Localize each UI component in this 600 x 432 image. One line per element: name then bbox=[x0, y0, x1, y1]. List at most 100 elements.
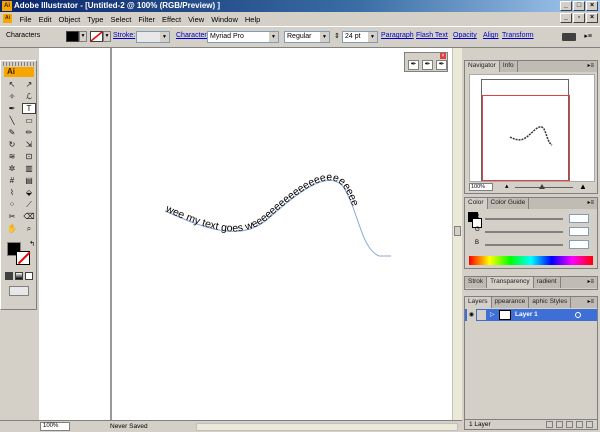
font-size-field[interactable]: 24 pt ▼ bbox=[342, 31, 378, 43]
doc-close-button[interactable]: × bbox=[586, 13, 598, 23]
g-slider[interactable] bbox=[485, 231, 563, 233]
navigator-zoom-slider[interactable] bbox=[515, 184, 573, 189]
gradient-tool-icon[interactable]: ▤ bbox=[22, 175, 36, 186]
font-family-select[interactable]: Myriad Pro ▼ bbox=[207, 31, 279, 43]
doc-minimize-button[interactable]: _ bbox=[560, 13, 572, 23]
tab-graphic-styles[interactable]: aphic Styles bbox=[529, 297, 572, 308]
magic-wand-tool-icon[interactable]: ✧ bbox=[5, 91, 19, 102]
target-circle-icon[interactable] bbox=[575, 312, 581, 318]
opacity-link[interactable]: Opacity bbox=[453, 32, 477, 39]
slider-knob[interactable] bbox=[539, 184, 545, 189]
lasso-tool-icon[interactable]: ℒ bbox=[22, 91, 36, 102]
tab-appearance[interactable]: ppearance bbox=[492, 297, 530, 308]
selection-tool-icon[interactable]: ↖ bbox=[5, 79, 19, 90]
vertical-scrollbar[interactable] bbox=[452, 48, 462, 420]
status-text[interactable]: Never Saved bbox=[110, 422, 190, 431]
eraser-tool-icon[interactable]: ⌫ bbox=[22, 211, 36, 222]
stroke-swatch[interactable] bbox=[90, 31, 103, 42]
warp-tool-icon[interactable]: ≋ bbox=[5, 151, 19, 162]
tab-color-guide[interactable]: Color Guide bbox=[488, 198, 530, 209]
maximize-button[interactable]: □ bbox=[573, 1, 585, 11]
zoom-in-icon[interactable]: ▲ bbox=[579, 182, 587, 191]
pen-tool-icon-2[interactable]: ✒ bbox=[422, 60, 433, 70]
paintbrush-tool-icon[interactable]: ✎ bbox=[5, 127, 19, 138]
transform-link[interactable]: Transform bbox=[502, 32, 534, 39]
tab-info[interactable]: Info bbox=[500, 61, 518, 72]
fill-swatch[interactable] bbox=[66, 31, 79, 42]
horizontal-scrollbar[interactable] bbox=[196, 423, 458, 431]
flash-text-link[interactable]: Flash Text bbox=[416, 32, 448, 39]
menu-filter[interactable]: Filter bbox=[135, 15, 159, 24]
menu-select[interactable]: Select bbox=[107, 15, 135, 24]
workspace-icon[interactable] bbox=[562, 33, 576, 41]
stroke-color-swatch[interactable] bbox=[16, 251, 30, 265]
menu-window[interactable]: Window bbox=[208, 15, 242, 24]
scroll-thumb[interactable] bbox=[454, 226, 461, 236]
close-icon[interactable]: × bbox=[440, 53, 446, 59]
clipping-mask-icon[interactable] bbox=[556, 421, 563, 428]
doc-restore-button[interactable]: ▫ bbox=[573, 13, 585, 23]
fill-dropdown[interactable]: ▼ bbox=[79, 31, 87, 42]
rectangle-tool-icon[interactable]: ▭ bbox=[22, 115, 36, 126]
menu-view[interactable]: View bbox=[185, 15, 208, 24]
locate-object-icon[interactable] bbox=[546, 421, 553, 428]
panel-grip[interactable] bbox=[3, 62, 34, 66]
artboard-canvas[interactable]: wee my text goes weeeeeeeeeeeeeeeeeeeeee bbox=[39, 48, 452, 420]
pen-tool-icon-1[interactable]: ✒ bbox=[408, 60, 419, 70]
symbol-sprayer-tool-icon[interactable]: ✲ bbox=[5, 163, 19, 174]
path-text[interactable]: wee my text goes weeeeeeeeeeeeeeeeeeeeee bbox=[163, 171, 361, 234]
type-on-path[interactable]: wee my text goes weeeeeeeeeeeeeeeeeeeeee bbox=[39, 48, 452, 420]
panel-menu-icon[interactable]: ▸≡ bbox=[587, 199, 594, 206]
live-paint-tool-icon[interactable]: ⬙ bbox=[22, 187, 36, 198]
tab-layers[interactable]: Layers bbox=[465, 297, 492, 308]
free-transform-tool-icon[interactable]: ⊡ bbox=[22, 151, 36, 162]
blend-tool-icon[interactable]: ⁘ bbox=[5, 199, 19, 210]
pencil-tool-icon[interactable]: ✏ bbox=[22, 127, 36, 138]
menu-object[interactable]: Object bbox=[55, 15, 84, 24]
direct-selection-tool-icon[interactable]: ↗ bbox=[22, 79, 36, 90]
hand-tool-icon[interactable]: ✋ bbox=[5, 223, 19, 234]
zoom-field[interactable]: 100% bbox=[40, 422, 70, 431]
doc-icon[interactable]: Ai bbox=[3, 14, 12, 23]
layer-name[interactable]: Layer 1 bbox=[515, 309, 538, 321]
navigator-preview[interactable] bbox=[469, 74, 595, 182]
paragraph-link[interactable]: Paragraph bbox=[381, 32, 414, 39]
panel-menu-icon[interactable]: ▸≡ bbox=[587, 62, 594, 69]
r-value-field[interactable] bbox=[569, 214, 589, 223]
scale-tool-icon[interactable]: ⇲ bbox=[22, 139, 36, 150]
menu-type[interactable]: Type bbox=[84, 15, 107, 24]
close-button[interactable]: × bbox=[586, 1, 598, 11]
panel-menu-icon[interactable]: ▸≡ bbox=[587, 278, 594, 285]
pen-tool-icon-3[interactable]: ✒ bbox=[436, 60, 447, 70]
delete-layer-icon[interactable] bbox=[586, 421, 593, 428]
mesh-tool-icon[interactable]: # bbox=[5, 175, 19, 186]
eyedropper-tool-icon[interactable]: ⌇ bbox=[5, 187, 19, 198]
new-sublayer-icon[interactable] bbox=[566, 421, 573, 428]
align-link[interactable]: Align bbox=[483, 32, 499, 39]
menu-edit[interactable]: Edit bbox=[35, 15, 55, 24]
tab-stroke[interactable]: Strok bbox=[465, 277, 488, 288]
slice-tool-icon[interactable]: ⟋ bbox=[22, 199, 36, 210]
panel-menu-icon[interactable]: ▸≡ bbox=[587, 298, 594, 305]
r-slider[interactable] bbox=[485, 218, 563, 220]
scissors-tool-icon[interactable]: ✂ bbox=[5, 211, 19, 222]
menu-effect[interactable]: Effect bbox=[159, 15, 185, 24]
new-layer-icon[interactable] bbox=[576, 421, 583, 428]
pen-tool-icon[interactable]: ✒ bbox=[5, 103, 19, 114]
zoom-tool-icon[interactable]: ⌕ bbox=[22, 223, 36, 234]
menu-file[interactable]: File bbox=[16, 15, 35, 24]
color-spectrum-bar[interactable] bbox=[469, 256, 593, 265]
color-mode-icon[interactable] bbox=[5, 272, 13, 280]
navigator-zoom-field[interactable]: 100% bbox=[469, 183, 493, 191]
font-size-stepper[interactable]: ⇕ bbox=[334, 32, 340, 40]
lock-toggle[interactable] bbox=[477, 310, 486, 320]
stroke-weight-field[interactable]: ▼ bbox=[136, 31, 170, 43]
screen-mode-icon[interactable] bbox=[9, 286, 29, 296]
minimize-button[interactable]: _ bbox=[560, 1, 572, 11]
g-value-field[interactable] bbox=[569, 227, 589, 236]
tab-gradient[interactable]: radient bbox=[534, 277, 561, 288]
b-value-field[interactable] bbox=[569, 240, 589, 249]
expand-triangle-icon[interactable]: ▷ bbox=[490, 309, 495, 321]
line-tool-icon[interactable]: ╲ bbox=[5, 115, 19, 126]
gradient-mode-icon[interactable] bbox=[15, 272, 23, 280]
